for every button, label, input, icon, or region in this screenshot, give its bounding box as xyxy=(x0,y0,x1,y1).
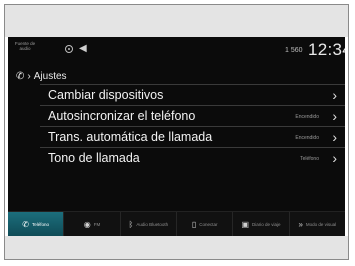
status-bar: Fuente de audio ◀ 1 560 12:34 xyxy=(8,37,345,62)
menu-item-auto-transfer[interactable]: Trans. automática de llamada Encendido › xyxy=(40,126,345,147)
radio-icon: ◉ xyxy=(83,220,91,229)
menu-item-value: Encendido xyxy=(295,135,319,141)
tab-connect[interactable]: ▯ Conectar xyxy=(177,212,234,236)
breadcrumb-title: Ajustes xyxy=(33,71,67,82)
phone-icon: ✆ xyxy=(22,220,29,229)
tab-label: Audio Bluetooth xyxy=(136,222,169,227)
bottom-bezel xyxy=(5,236,348,259)
tab-trip-journal[interactable]: ▣ Diario de viaje xyxy=(233,212,290,236)
tab-label: Modo de visual xyxy=(305,222,337,227)
chevron-right-icon: › xyxy=(27,71,31,82)
menu-item-label: Cambiar dispositivos xyxy=(48,88,164,102)
infotainment-screen: Fuente de audio ◀ 1 560 12:34 ✆ › Ajuste… xyxy=(8,37,345,236)
menu-item-label: Trans. automática de llamada xyxy=(48,130,213,144)
menu-item-value: Teléfono xyxy=(300,156,319,162)
menu-item-label: Autosincronizar el teléfono xyxy=(48,109,196,123)
chevron-right-icon: › xyxy=(332,87,337,103)
phone-icon: ✆ xyxy=(16,71,25,82)
bluetooth-icon: ᛒ xyxy=(128,220,134,229)
top-bezel xyxy=(5,5,348,37)
connection-icon xyxy=(65,44,73,53)
tab-bluetooth-audio[interactable]: ᛒ Audio Bluetooth xyxy=(121,212,177,236)
chevron-right-icon: › xyxy=(332,129,337,145)
settings-menu: Cambiar dispositivos › Autosincronizar e… xyxy=(40,84,345,168)
display-frame: Fuente de audio ◀ 1 560 12:34 ✆ › Ajuste… xyxy=(4,4,349,260)
menu-item-value: Encendido xyxy=(295,114,319,120)
clock: 12:34 xyxy=(308,40,345,59)
audio-source-button[interactable]: Fuente de audio xyxy=(12,41,38,51)
bottom-tab-bar: ✆ Teléfono ◉ FM ᛒ Audio Bluetooth ▯ Cone… xyxy=(8,211,345,236)
tab-label: Conectar xyxy=(199,222,218,227)
chevron-right-icon: › xyxy=(332,108,337,124)
tab-phone[interactable]: ✆ Teléfono xyxy=(8,212,65,236)
device-icon: ▯ xyxy=(191,220,197,229)
breadcrumb: ✆ › Ajustes xyxy=(16,71,67,82)
chevron-right-icon: › xyxy=(332,150,337,166)
journal-icon: ▣ xyxy=(241,220,249,229)
menu-item-change-devices[interactable]: Cambiar dispositivos › xyxy=(40,84,345,105)
temperature-readout: 1 560 xyxy=(285,47,303,54)
tab-label: FM xyxy=(93,222,101,227)
tab-display-mode[interactable]: » Modo de visual xyxy=(290,212,345,236)
display-mode-icon: » xyxy=(298,220,303,229)
status-icons: ◀ xyxy=(65,43,87,54)
tab-fm[interactable]: ◉ FM xyxy=(64,212,121,236)
tab-label: Diario de viaje xyxy=(252,222,281,227)
menu-item-auto-sync[interactable]: Autosincronizar el teléfono Encendido › xyxy=(40,105,345,126)
menu-item-label: Tono de llamada xyxy=(48,151,140,165)
tab-label: Teléfono xyxy=(32,222,50,227)
menu-item-ringtone[interactable]: Tono de llamada Teléfono › xyxy=(40,147,345,168)
volume-icon: ◀ xyxy=(79,43,87,54)
